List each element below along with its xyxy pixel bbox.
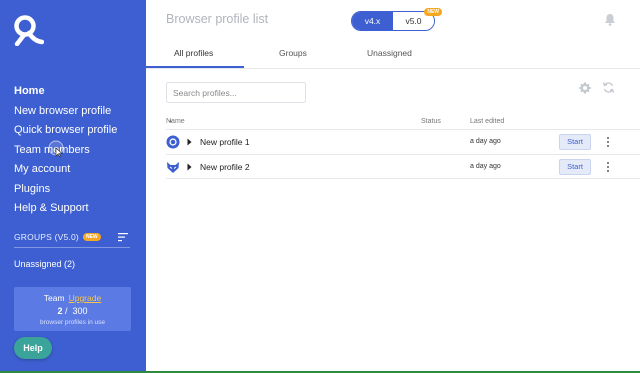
profile-usage: 2 / 300 — [14, 306, 131, 316]
last-edited: a day ago — [470, 138, 501, 145]
profiles-used: 2 — [57, 306, 63, 316]
main-content: Browser profile list v4.x v5.0 NEW All p… — [146, 0, 640, 373]
nav-plugins[interactable]: Plugins — [14, 180, 140, 200]
upgrade-link[interactable]: Upgrade — [69, 293, 102, 303]
last-edited: a day ago — [470, 163, 501, 170]
column-status[interactable]: Status — [421, 118, 441, 125]
team-plan-box: Team Upgrade 2 / 300 browser profiles in … — [14, 287, 131, 331]
sort-arrow-icon: ▲ — [168, 118, 173, 124]
groups-divider — [14, 247, 130, 248]
team-label: Team — [43, 293, 65, 303]
column-last-edited[interactable]: Last edited — [470, 118, 504, 125]
version-toggle[interactable]: v4.x v5.0 NEW — [351, 8, 442, 31]
profile-name[interactable]: New profile 2 — [200, 162, 250, 172]
mouse-cursor-icon — [48, 140, 64, 158]
bell-icon[interactable] — [604, 13, 616, 26]
groups-header: GROUPS (V5.0) NEW — [14, 231, 130, 243]
nav-help-support[interactable]: Help & Support — [14, 199, 140, 219]
more-menu-icon[interactable] — [604, 160, 612, 174]
nav-new-browser-profile[interactable]: New browser profile — [14, 102, 140, 122]
groups-label: GROUPS (V5.0) — [14, 232, 79, 242]
profile-tabs: All profiles Groups Unassigned — [146, 40, 640, 69]
start-button[interactable]: Start — [559, 159, 591, 175]
orbita-browser-icon — [166, 135, 180, 149]
expand-caret-icon[interactable] — [187, 163, 192, 171]
page-title: Browser profile list — [166, 12, 269, 26]
profile-name[interactable]: New profile 1 — [200, 137, 250, 147]
expand-caret-icon[interactable] — [187, 138, 192, 146]
sort-icon[interactable] — [116, 231, 130, 243]
profiles-total: 300 — [72, 306, 88, 316]
usage-separator: / — [64, 306, 68, 316]
version-new-badge: NEW — [424, 8, 442, 16]
table-row[interactable]: New profile 1 a day ago Start — [166, 129, 640, 154]
gear-icon[interactable] — [578, 81, 592, 95]
nav-my-account[interactable]: My account — [14, 160, 140, 180]
nav-quick-browser-profile[interactable]: Quick browser profile — [14, 121, 140, 141]
start-button[interactable]: Start — [559, 134, 591, 150]
tab-groups[interactable]: Groups — [279, 48, 307, 58]
version-v4-option[interactable]: v4.x — [352, 12, 393, 30]
usage-caption: browser profiles in use — [39, 319, 106, 326]
tab-unassigned[interactable]: Unassigned — [367, 48, 412, 58]
sidebar-nav: Home New browser profile Quick browser p… — [14, 82, 140, 219]
search-input[interactable] — [166, 82, 306, 103]
group-unassigned[interactable]: Unassigned (2) — [14, 259, 75, 269]
nav-home[interactable]: Home — [14, 82, 140, 102]
refresh-icon[interactable] — [602, 81, 615, 94]
table-row[interactable]: New profile 2 a day ago Start — [166, 154, 640, 179]
sidebar: Home New browser profile Quick browser p… — [0, 0, 146, 373]
help-button[interactable]: Help — [14, 337, 52, 359]
table-header: Name ▲ Status Last edited — [166, 118, 505, 125]
groups-new-badge: NEW — [82, 233, 101, 241]
active-tab-indicator — [146, 66, 244, 68]
nav-team-members[interactable]: Team members — [14, 141, 140, 161]
app-logo[interactable] — [12, 14, 44, 46]
stealthfox-browser-icon — [167, 162, 179, 173]
more-menu-icon[interactable] — [604, 135, 612, 149]
tab-all-profiles[interactable]: All profiles — [174, 48, 213, 58]
